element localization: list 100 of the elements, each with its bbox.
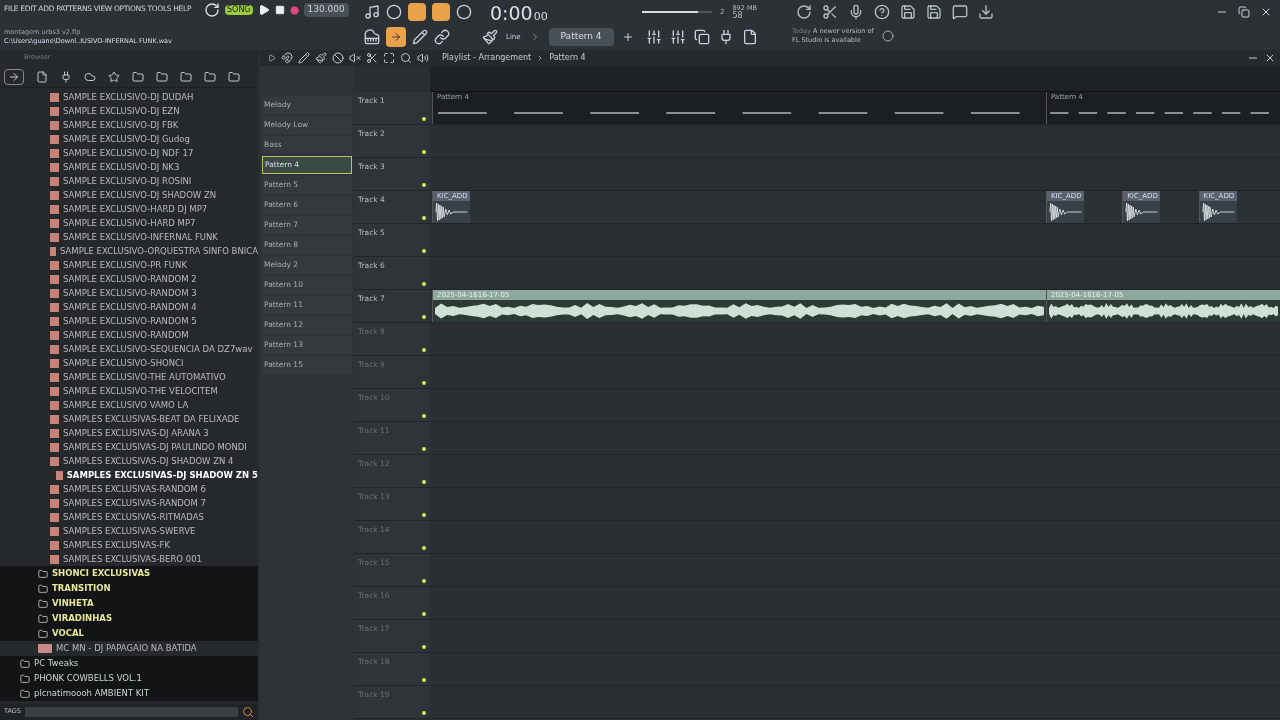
browser-item[interactable]: SAMPLE EXCLUSIVO-RANDOM 5 (63, 314, 197, 328)
browser-item[interactable]: SAMPLES EXCLUSIVAS-RANDOM 6 (63, 482, 206, 496)
browser-item[interactable]: SAMPLES EXCLUSIVAS-DJ SHADOW ZN 4 (63, 454, 234, 468)
delete-icon[interactable] (332, 52, 344, 64)
browser-item[interactable]: SAMPLE EXCLUSIVO-RANDOM 4 (63, 300, 197, 314)
browser-item[interactable]: SAMPLE EXCLUSIVO-DJ NDF 17 (63, 146, 194, 160)
folder-icon[interactable] (180, 70, 192, 83)
microphone-icon[interactable] (848, 4, 864, 20)
track-led-icon[interactable] (422, 150, 426, 154)
stop-icon[interactable] (274, 5, 285, 15)
browser-item[interactable]: SAMPLE EXCLUSIVO VAMO LA (63, 398, 189, 412)
plugin-icon[interactable] (718, 29, 734, 45)
select-icon[interactable] (383, 52, 395, 64)
track-led-icon[interactable] (422, 711, 426, 715)
browser-item[interactable]: SAMPLE EXCLUSIVO-HARD DJ MP7 (63, 202, 208, 216)
zoom-icon[interactable] (400, 52, 412, 64)
browser-item[interactable]: SAMPLES EXCLUSIVAS-RANDOM 7 (63, 496, 206, 510)
pattern-selector[interactable]: Pattern 4 (548, 28, 614, 46)
cloud-icon[interactable] (84, 70, 96, 83)
browser-item[interactable]: SAMPLES EXCLUSIVAS-RITMADAS (63, 510, 204, 524)
track-led-icon[interactable] (422, 315, 426, 319)
metronome-icon[interactable] (364, 4, 380, 20)
folder-icon[interactable] (204, 70, 216, 83)
browser-item[interactable]: SAMPLES EXCLUSIVAS-BERO 001 (63, 552, 202, 566)
mixer-icon[interactable] (670, 29, 686, 45)
slice-icon[interactable] (366, 52, 378, 64)
download-icon[interactable] (978, 4, 994, 20)
track-led-icon[interactable] (422, 546, 426, 550)
track-led-icon[interactable] (422, 645, 426, 649)
track-led-icon[interactable] (422, 249, 426, 253)
record-icon[interactable] (289, 5, 299, 15)
browser-item[interactable]: SAMPLES EXCLUSIVAS-DJ ARANA 3 (63, 426, 209, 440)
brush-icon[interactable] (315, 52, 327, 64)
track-led-icon[interactable] (422, 414, 426, 418)
browser-item[interactable]: SAMPLE EXCLUSIVO-DJ SHADOW ZN (63, 188, 217, 202)
browser-item[interactable]: SAMPLES EXCLUSIVAS-DJ SHADOW ZN 5 (66, 468, 258, 482)
browser-item[interactable]: SAMPLE EXCLUSIVO-INFERNAL FUNK (63, 230, 218, 244)
close-icon[interactable] (1260, 6, 1272, 18)
track-led-icon[interactable] (422, 216, 426, 220)
refresh-icon[interactable] (796, 4, 812, 20)
browser-item[interactable]: SAMPLE EXCLUSIVO-PR FUNK (63, 258, 188, 272)
browser-item[interactable]: SAMPLE EXCLUSIVO-RANDOM 2 (63, 272, 197, 286)
browser-item[interactable]: SAMPLE EXCLUSIVO-SEQUENCIA DA DZ7wav (63, 342, 253, 356)
master-pitch-knob-icon[interactable] (204, 2, 220, 18)
song-mode-button[interactable]: SONG (225, 5, 253, 15)
play-icon[interactable] (257, 4, 270, 16)
browser-item[interactable]: SAMPLE EXCLUSIVO-DJ NK3 (63, 160, 180, 174)
track-led-icon[interactable] (422, 678, 426, 682)
folder-icon[interactable] (156, 70, 168, 83)
track-led-icon[interactable] (422, 513, 426, 517)
browser-item[interactable]: SAMPLE EXCLUSIVO-SHONCI (63, 356, 184, 370)
pencil-icon[interactable] (412, 29, 428, 45)
help-icon[interactable] (874, 4, 890, 20)
tags-field[interactable] (24, 707, 238, 717)
browser-item[interactable]: TRANSITION (52, 582, 111, 595)
file-icon[interactable] (36, 70, 48, 83)
track-led-icon[interactable] (422, 282, 426, 286)
restore-icon[interactable] (1238, 6, 1250, 18)
pencil-icon[interactable] (298, 52, 310, 64)
browser-item[interactable]: SAMPLE EXCLUSIVO-THE VELOCITEM (63, 384, 218, 398)
folder-icon[interactable] (132, 70, 144, 83)
browser-item[interactable]: SAMPLE EXCLUSIVO-RANDOM 3 (63, 286, 197, 300)
browser-item[interactable]: SAMPLES EXCLUSIVAS-SWERVE (63, 524, 196, 538)
folder-icon[interactable] (228, 70, 240, 83)
browser-item[interactable]: SAMPLE EXCLUSIVO-DJ Gudog (63, 132, 190, 146)
add-pattern-icon[interactable] (621, 31, 634, 43)
scissors-icon[interactable] (822, 4, 838, 20)
browser-item[interactable]: SAMPLE EXCLUSIVO-HARD MP7 (63, 216, 196, 230)
track-led-icon[interactable] (422, 183, 426, 187)
track-led-icon[interactable] (422, 348, 426, 352)
tempo-display[interactable]: 130.000 (303, 3, 349, 17)
channel-rack-icon[interactable] (646, 29, 662, 45)
collapse-button[interactable] (4, 68, 24, 85)
brush-icon[interactable] (482, 29, 498, 45)
browser-item[interactable]: VOCAL (52, 627, 84, 640)
browser-item[interactable]: SAMPLES EXCLUSIVAS-FK (63, 538, 170, 552)
close-icon[interactable] (1264, 52, 1276, 64)
mute-icon[interactable] (349, 52, 361, 64)
save-icon[interactable] (900, 4, 916, 20)
browser-item[interactable]: PC Tweaks (34, 657, 79, 670)
search-icon[interactable] (242, 706, 254, 718)
link-icon[interactable] (434, 29, 450, 45)
chat-icon[interactable] (952, 4, 968, 20)
browser-item[interactable]: SAMPLE EXCLUSIVO-DJ ROSINI (63, 174, 192, 188)
track-led-icon[interactable] (422, 117, 426, 121)
browser-item[interactable]: SAMPLES EXCLUSIVAS-BEAT DA FELIXADE (63, 412, 240, 426)
piano-icon[interactable] (364, 29, 380, 45)
browser-item[interactable]: SAMPLE EXCLUSIVO-DJ EZN (63, 104, 180, 118)
browser-item[interactable]: SAMPLE EXCLUSIVO-ORQUESTRA SINFO BNICA (60, 244, 258, 258)
magnet-icon[interactable] (281, 52, 293, 64)
browser-item[interactable]: SAMPLE EXCLUSIVO-DJ DUDAH (63, 90, 194, 104)
browser-item[interactable]: SAMPLE EXCLUSIVO-RANDOM (63, 328, 189, 342)
snap-toggle-button[interactable] (386, 27, 406, 47)
browser-item[interactable]: SAMPLE EXCLUSIVO-THE AUTOMATIVO (63, 370, 226, 384)
browser-item[interactable]: MC MN - DJ PAPAGAIO NA BATIDA (56, 642, 197, 655)
browser-item[interactable]: VINHETA (52, 597, 94, 610)
browser-item[interactable]: SAMPLE EXCLUSIVO-DJ FBK (63, 118, 179, 132)
track-led-icon[interactable] (422, 579, 426, 583)
save-as-icon[interactable] (926, 4, 942, 20)
file-icon[interactable] (742, 29, 758, 45)
